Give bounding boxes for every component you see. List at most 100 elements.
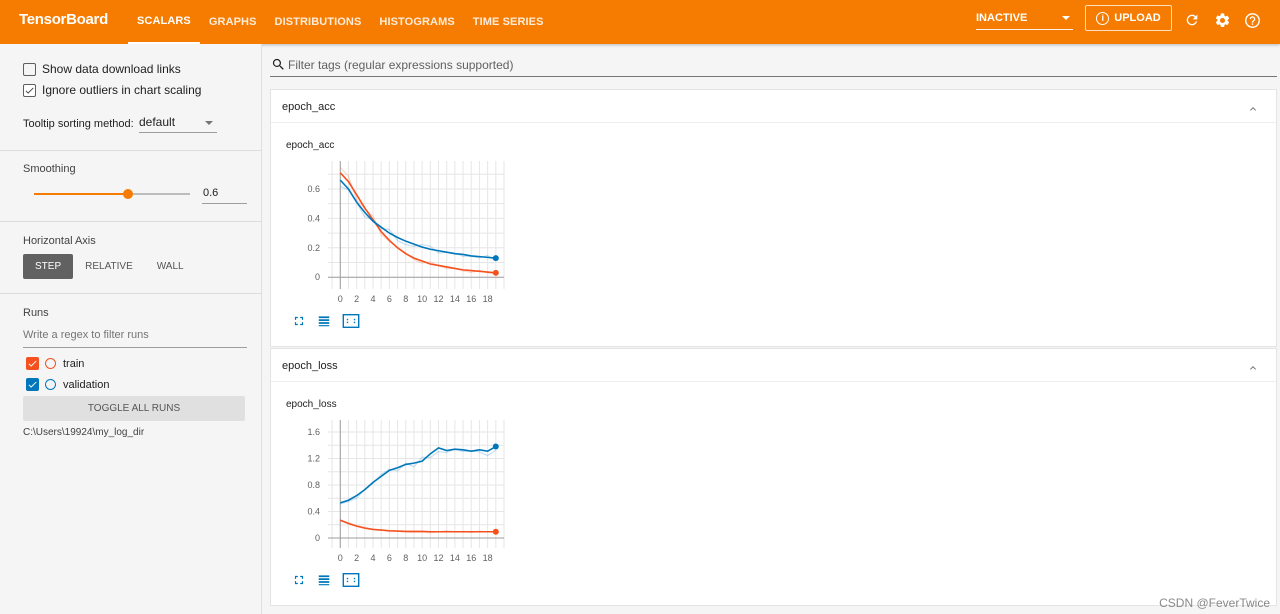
horizontal-axis-toggle: STEP RELATIVE WALL <box>23 254 196 279</box>
sidebar: Show data download links Ignore outliers… <box>0 44 262 614</box>
fullscreen-icon[interactable] <box>292 314 306 333</box>
upload-button[interactable]: i UPLOAD <box>1085 5 1172 31</box>
series-end-point-train <box>492 528 499 535</box>
tag-filter-placeholder: Filter tags (regular expressions support… <box>288 58 514 72</box>
data-table-icon[interactable] <box>316 573 332 592</box>
checkbox-checked-icon <box>23 83 36 97</box>
x-tick-label: 10 <box>417 294 427 304</box>
card-title: epoch_acc <box>282 101 336 113</box>
x-tick-label: 8 <box>403 294 408 304</box>
status-select[interactable]: INACTIVE <box>976 12 1073 30</box>
watermark: CSDN @FeverTwice <box>1159 596 1270 610</box>
axis-wall-button[interactable]: WALL <box>145 254 196 279</box>
checkbox-checked-icon[interactable] <box>26 378 39 391</box>
show-download-links-label: Show data download links <box>42 62 181 76</box>
chart-epoch-acc[interactable]: 0 2 4 6 8 10 12 14 16 18 0 0.2 0.4 0.6 <box>300 157 540 313</box>
x-tick-label: 6 <box>387 294 392 304</box>
settings-gear-icon[interactable] <box>1213 11 1231 29</box>
smoothing-title: Smoothing <box>23 163 76 175</box>
fit-domain-icon[interactable] <box>342 314 360 333</box>
series-line-validation <box>339 179 496 259</box>
chevron-up-icon[interactable] <box>1247 102 1259 120</box>
brand-title[interactable]: TensorBoard <box>19 11 108 28</box>
ignore-outliers-checkbox[interactable]: Ignore outliers in chart scaling <box>23 83 201 97</box>
data-table-icon[interactable] <box>316 314 332 333</box>
x-tick-label: 14 <box>450 294 460 304</box>
ignore-outliers-label: Ignore outliers in chart scaling <box>42 83 202 97</box>
card-header-epoch-loss[interactable]: epoch_loss <box>271 349 1276 382</box>
x-tick-label: 18 <box>483 294 493 304</box>
y-tick-label: 0 <box>315 533 320 543</box>
info-icon: i <box>1096 11 1110 25</box>
x-tick-label: 4 <box>371 553 376 563</box>
run-color-circle-icon[interactable] <box>45 358 56 369</box>
run-item-train[interactable]: train <box>26 357 84 370</box>
card-header-epoch-acc[interactable]: epoch_acc <box>271 90 1276 123</box>
tab-scalars[interactable]: SCALARS <box>128 0 200 44</box>
run-color-circle-icon[interactable] <box>45 379 56 390</box>
checkbox-checked-icon[interactable] <box>26 357 39 370</box>
y-tick-label: 0.4 <box>307 507 320 517</box>
series-line-validation <box>340 445 497 504</box>
y-tick-label: 0.2 <box>307 243 320 253</box>
nav-tabs: SCALARS GRAPHS DISTRIBUTIONS HISTOGRAMS … <box>128 0 553 44</box>
series-raw-line-train <box>339 167 496 275</box>
x-tick-label: 16 <box>466 294 476 304</box>
refresh-icon[interactable] <box>1183 11 1201 29</box>
runs-title: Runs <box>23 307 49 319</box>
x-tick-label: 14 <box>450 553 460 563</box>
fullscreen-icon[interactable] <box>292 573 306 592</box>
y-tick-label: 1.6 <box>307 427 320 437</box>
x-tick-label: 6 <box>387 553 392 563</box>
series-end-point-validation <box>492 443 499 450</box>
smoothing-slider[interactable] <box>34 189 190 199</box>
x-tick-label: 12 <box>434 553 444 563</box>
smoothing-value-input[interactable]: 0.6 <box>202 184 247 204</box>
x-tick-label: 18 <box>483 553 493 563</box>
y-tick-label: 1.2 <box>307 453 320 463</box>
series-line-train <box>339 519 496 533</box>
caret-down-icon <box>1062 16 1070 20</box>
horizontal-axis-title: Horizontal Axis <box>23 235 96 247</box>
upload-label: UPLOAD <box>1114 12 1161 24</box>
runs-filter-input[interactable]: Write a regex to filter runs <box>23 329 247 348</box>
help-icon[interactable] <box>1243 11 1261 29</box>
smoothing-slider-fill <box>34 193 128 195</box>
chevron-up-icon[interactable] <box>1247 361 1259 379</box>
x-tick-label: 12 <box>434 294 444 304</box>
x-tick-label: 10 <box>417 553 427 563</box>
caret-down-icon <box>205 121 213 125</box>
series-line-train <box>339 172 496 274</box>
tab-time-series[interactable]: TIME SERIES <box>464 0 553 44</box>
tag-filter-input[interactable]: Filter tags (regular expressions support… <box>270 54 1277 77</box>
top-app-bar: TensorBoard SCALARS GRAPHS DISTRIBUTIONS… <box>0 0 1280 44</box>
tab-histograms[interactable]: HISTOGRAMS <box>370 0 463 44</box>
search-icon <box>271 57 286 77</box>
toggle-all-runs-button[interactable]: TOGGLE ALL RUNS <box>23 396 245 421</box>
checkbox-unchecked-icon <box>23 62 36 76</box>
tooltip-sorting-select[interactable]: default <box>139 115 217 133</box>
log-dir-path: C:\Users\19924\my_log_dir <box>23 427 145 438</box>
y-tick-label: 0.6 <box>307 184 320 194</box>
smoothing-slider-thumb[interactable] <box>122 189 133 199</box>
axis-relative-button[interactable]: RELATIVE <box>73 254 145 279</box>
series-end-point-validation <box>492 255 499 262</box>
tab-distributions[interactable]: DISTRIBUTIONS <box>266 0 371 44</box>
run-label-train: train <box>63 357 85 370</box>
show-download-links-checkbox[interactable]: Show data download links <box>23 62 181 76</box>
x-tick-label: 4 <box>371 294 376 304</box>
y-tick-label: 0 <box>315 272 320 282</box>
tab-graphs[interactable]: GRAPHS <box>200 0 266 44</box>
chart-title: epoch_acc <box>286 140 335 151</box>
status-select-value: INACTIVE <box>976 12 1028 24</box>
chart-epoch-loss[interactable]: 0 2 4 6 8 10 12 14 16 18 0 0.4 0.8 1.2 1.6 <box>300 416 540 572</box>
axis-step-button[interactable]: STEP <box>23 254 74 279</box>
run-item-validation[interactable]: validation <box>26 378 109 391</box>
x-tick-label: 16 <box>466 553 476 563</box>
run-label-validation: validation <box>63 378 110 391</box>
card-title: epoch_loss <box>282 360 338 372</box>
fit-domain-icon[interactable] <box>342 573 360 592</box>
series-raw-line-validation <box>340 448 497 505</box>
chart-title: epoch_loss <box>286 399 337 410</box>
x-tick-label: 2 <box>354 294 359 304</box>
